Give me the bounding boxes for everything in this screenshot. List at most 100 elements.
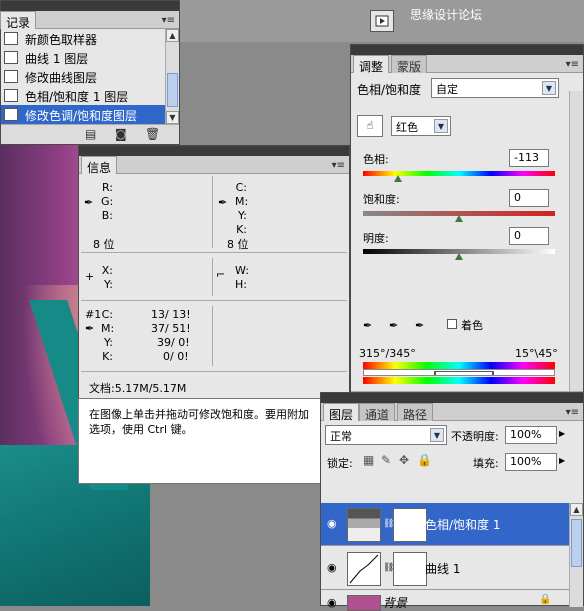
scroll-thumb[interactable] <box>571 519 582 567</box>
history-item[interactable]: 色相/饱和度 1 图层 <box>1 86 165 105</box>
tab-history[interactable]: 记录 <box>0 11 37 30</box>
info-m-label: M: <box>235 195 249 208</box>
hue-label: 色相: <box>363 153 389 166</box>
eye-icon[interactable]: ◉ <box>327 517 337 530</box>
sampler-id: #1 <box>85 308 102 321</box>
curves-thumbnail-icon <box>347 552 381 586</box>
info-bit-right: 8 位 <box>227 238 249 251</box>
hue-input[interactable]: -113 <box>509 149 549 167</box>
history-state-icon <box>4 32 18 45</box>
scroll-down-icon[interactable]: ▼ <box>166 111 179 124</box>
divider <box>81 371 347 372</box>
preset-select[interactable]: 自定 ▼ <box>431 78 559 98</box>
range-right-label: 15°\45° <box>515 347 558 360</box>
info-titlebar <box>79 146 349 156</box>
adjust-scrollbar[interactable] <box>569 91 583 391</box>
layer-row[interactable]: ◉ ⛓ 曲线 1 <box>321 547 571 590</box>
opacity-arrow-icon[interactable]: ▶ <box>559 429 565 438</box>
panel-menu-icon[interactable]: ▾≡ <box>566 59 579 70</box>
layer-mask-thumbnail[interactable] <box>393 508 427 542</box>
history-item-label: 曲线 1 图层 <box>25 52 89 66</box>
eyedropper-icon: ✒ <box>85 322 95 335</box>
layer-row[interactable]: ◉ 背景 🔒 <box>321 591 571 611</box>
colorize-label: 着色 <box>461 319 483 332</box>
preset-value: 自定 <box>436 83 458 96</box>
fill-arrow-icon[interactable]: ▶ <box>559 456 565 465</box>
colorize-checkbox[interactable] <box>447 319 457 329</box>
chevron-down-icon: ▼ <box>430 428 444 442</box>
snapshot-icon[interactable]: ◙ <box>115 127 127 141</box>
new-document-icon[interactable]: ▤ <box>85 127 96 141</box>
lock-all-icon[interactable]: 🔒 <box>417 453 432 467</box>
history-state-icon <box>4 89 18 102</box>
info-bit-left: 8 位 <box>93 238 115 251</box>
eye-icon[interactable]: ◉ <box>327 561 337 574</box>
opacity-input[interactable]: 100% <box>505 426 557 444</box>
sampler-m-value: 37/ 51! <box>151 322 191 335</box>
panel-menu-icon[interactable]: ▾≡ <box>332 160 345 171</box>
lock-transparent-icon[interactable]: ▦ <box>363 453 374 467</box>
tab-paths[interactable]: 路径 <box>397 403 434 422</box>
tab-adjustments[interactable]: 调整 <box>353 55 390 74</box>
panel-menu-icon[interactable]: ▾≡ <box>566 407 579 418</box>
history-item[interactable]: 修改曲线图层 <box>1 67 165 86</box>
saturation-input[interactable]: 0 <box>509 189 549 207</box>
tab-masks[interactable]: 蒙版 <box>391 55 428 74</box>
lightness-input[interactable]: 0 <box>509 227 549 245</box>
info-c-label: C: <box>235 181 247 194</box>
layer-mask-thumbnail[interactable] <box>393 552 427 586</box>
history-item-label: 修改曲线图层 <box>25 71 98 85</box>
eyedropper-minus-icon[interactable]: ✒ <box>415 319 424 332</box>
history-state-icon <box>4 70 18 83</box>
channel-value: 红色 <box>396 121 418 134</box>
divider <box>212 258 213 296</box>
range-handles[interactable] <box>434 371 494 375</box>
blend-mode-select[interactable]: 正常 ▼ <box>325 425 447 445</box>
history-item[interactable]: 新颜色取样器 <box>1 29 165 48</box>
info-b-label: B: <box>101 209 113 222</box>
info-hint-text: 在图像上单击并拖动可修改饱和度。要用附加选项，使用 Ctrl 键。 <box>78 398 322 484</box>
scroll-up-icon[interactable]: ▲ <box>570 503 583 516</box>
chevron-down-icon: ▼ <box>542 81 556 95</box>
info-y-label: Y: <box>238 209 247 222</box>
layers-titlebar <box>321 393 583 403</box>
panel-menu-icon[interactable]: ▾≡ <box>162 15 175 26</box>
fill-input[interactable]: 100% <box>505 453 557 471</box>
lock-move-icon[interactable]: ✥ <box>399 453 409 467</box>
info-tabbar: 信息 ▾≡ <box>79 156 349 175</box>
tab-layers[interactable]: 图层 <box>323 403 360 422</box>
layer-row-selected[interactable]: ◉ ⛓ 色相/饱和度 1 <box>321 503 571 546</box>
hue-slider-knob[interactable] <box>393 175 402 182</box>
tab-channels[interactable]: 通道 <box>359 403 396 422</box>
hue-slider-track[interactable] <box>363 171 555 176</box>
tab-info[interactable]: 信息 <box>81 156 118 175</box>
scroll-thumb[interactable] <box>167 73 178 107</box>
adjust-title: 色相/饱和度 <box>357 83 422 97</box>
targeted-adjust-tool-icon[interactable]: ☝ <box>357 115 383 137</box>
crosshair-icon: + <box>85 270 95 283</box>
info-y-coord-label: Y: <box>104 278 113 291</box>
info-w-label: W: <box>235 264 249 277</box>
trash-icon[interactable]: 🗑 <box>145 127 160 141</box>
history-item[interactable]: 曲线 1 图层 <box>1 48 165 67</box>
history-scrollbar[interactable]: ▲ ▼ <box>165 29 179 124</box>
range-left-label: 315°/345° <box>359 347 416 360</box>
blend-mode-value: 正常 <box>330 430 352 443</box>
play-button[interactable] <box>370 10 394 32</box>
eyedropper-icon[interactable]: ✒ <box>363 319 372 332</box>
color-range-sliders[interactable] <box>363 369 555 376</box>
layers-scrollbar[interactable]: ▲ <box>569 503 583 607</box>
eyedropper-plus-icon[interactable]: ✒ <box>389 319 398 332</box>
eye-icon[interactable]: ◉ <box>327 596 337 609</box>
lock-brush-icon[interactable]: ✎ <box>381 453 391 467</box>
scroll-up-icon[interactable]: ▲ <box>166 29 179 42</box>
history-item-label: 色相/饱和度 1 图层 <box>25 90 129 104</box>
history-footer: ▤ ◙ 🗑 <box>1 124 179 144</box>
adjust-titlebar <box>351 45 583 55</box>
history-panel: 记录 ▾≡ 新颜色取样器 曲线 1 图层 修改曲线图层 色相/饱和度 1 图层 … <box>0 0 180 145</box>
divider <box>81 252 347 253</box>
lightness-slider-knob[interactable] <box>455 253 463 260</box>
channel-select[interactable]: 红色 ▼ <box>391 116 451 136</box>
history-item-selected[interactable]: 修改色调/饱和度图层 <box>1 105 165 124</box>
saturation-slider-knob[interactable] <box>455 215 463 222</box>
